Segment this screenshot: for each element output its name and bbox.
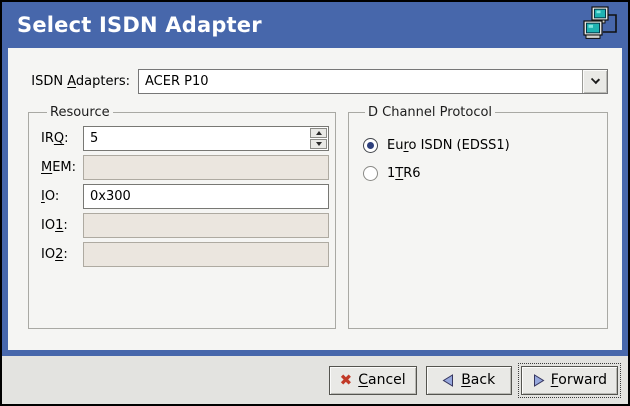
dropdown-arrow-button[interactable] (582, 70, 607, 93)
cancel-button[interactable]: ✖ Cancel (329, 366, 417, 395)
page-title: Select ISDN Adapter (17, 13, 262, 37)
spin-up-icon (316, 131, 322, 135)
blue-frame: Select ISDN Adapter ISDN Adapters: ACER … (2, 2, 628, 356)
isdn-adapter-combobox[interactable]: ACER P10 (138, 69, 608, 94)
io1-label: IO1: (41, 218, 83, 233)
irq-row: IRQ: 5 (41, 126, 329, 151)
radio-option-1tr6[interactable]: 1TR6 (363, 162, 597, 184)
d-channel-protocol-title: D Channel Protocol (365, 105, 495, 120)
io-field[interactable]: 0x300 (83, 184, 329, 209)
io-value: 0x300 (90, 189, 131, 204)
irq-label: IRQ: (41, 131, 83, 146)
io1-row: IO1: (41, 213, 329, 238)
io2-label: IO2: (41, 247, 83, 262)
cancel-button-label: Cancel (358, 372, 405, 388)
back-button-label: Back (461, 372, 495, 388)
io2-row: IO2: (41, 242, 329, 267)
io-row: IO: 0x300 (41, 184, 329, 209)
irq-spin-controls (310, 128, 327, 149)
dialog-content: ISDN Adapters: ACER P10 Resource IRQ: 5 (8, 48, 622, 350)
resource-group-title: Resource (47, 105, 113, 120)
forward-button[interactable]: Forward (521, 366, 618, 395)
select-isdn-adapter-dialog: Select ISDN Adapter ISDN Adapters: ACER … (0, 0, 630, 406)
io2-field (83, 242, 329, 267)
dialog-header: Select ISDN Adapter (8, 2, 622, 48)
euro-isdn-label: Euro ISDN (EDSS1) (387, 138, 510, 153)
radio-selected-icon[interactable] (363, 138, 378, 153)
irq-value: 5 (90, 131, 98, 146)
radio-option-euro-isdn[interactable]: Euro ISDN (EDSS1) (363, 134, 597, 156)
irq-spinner[interactable]: 5 (83, 126, 329, 151)
cancel-x-icon: ✖ (340, 373, 353, 388)
spin-up-button[interactable] (310, 128, 327, 138)
network-computers-icon (581, 5, 621, 45)
isdn-adapter-row: ISDN Adapters: ACER P10 (28, 48, 608, 94)
spin-down-icon (316, 142, 322, 146)
forward-arrow-icon (532, 374, 545, 387)
mem-row: MEM: (41, 155, 329, 180)
form-columns: Resource IRQ: 5 MEM: (28, 105, 608, 329)
chevron-down-icon (590, 75, 599, 84)
resource-group: Resource IRQ: 5 MEM: (28, 105, 336, 329)
1tr6-label: 1TR6 (387, 166, 421, 181)
io-label: IO: (41, 189, 83, 204)
isdn-adapters-label: ISDN Adapters: (28, 74, 130, 89)
io1-field (83, 213, 329, 238)
d-channel-protocol-group: D Channel Protocol Euro ISDN (EDSS1) 1TR… (348, 105, 608, 329)
back-arrow-icon (442, 374, 455, 387)
dialog-button-bar: ✖ Cancel Back Forward (2, 356, 628, 404)
forward-button-label: Forward (551, 372, 607, 388)
mem-field (83, 155, 329, 180)
spin-down-button[interactable] (310, 139, 327, 149)
back-button[interactable]: Back (426, 366, 512, 395)
mem-label: MEM: (41, 160, 83, 175)
isdn-adapter-selected-value: ACER P10 (139, 70, 582, 93)
radio-unselected-icon[interactable] (363, 166, 378, 181)
